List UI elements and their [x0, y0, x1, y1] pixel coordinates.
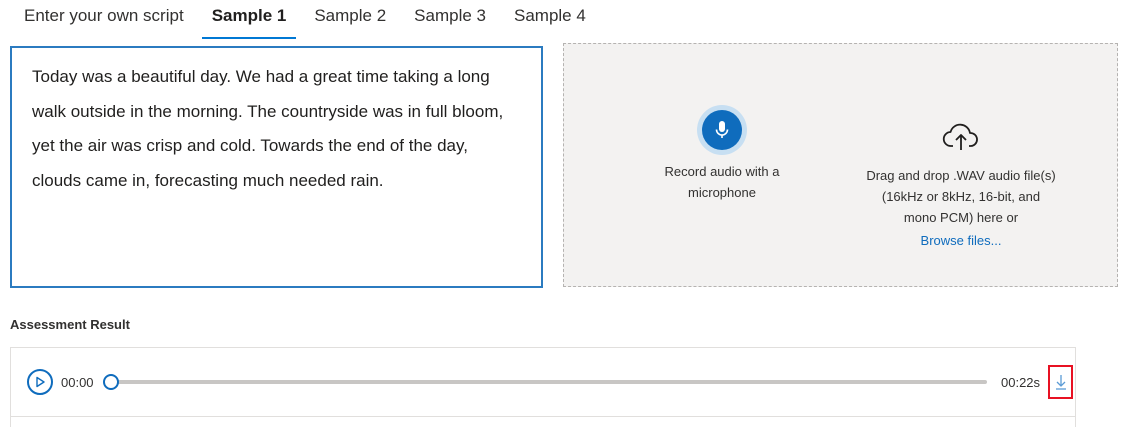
tab-sample-2[interactable]: Sample 2 — [300, 0, 400, 40]
drag-drop-label: Drag and drop .WAV audio file(s) (16kHz … — [866, 168, 1056, 225]
play-button[interactable] — [27, 369, 53, 395]
record-microphone-button[interactable] — [697, 105, 747, 155]
seek-track[interactable] — [111, 380, 987, 384]
tab-sample-4[interactable]: Sample 4 — [500, 0, 600, 40]
microphone-icon — [702, 110, 742, 150]
tab-sample-3[interactable]: Sample 3 — [400, 0, 500, 40]
script-textarea[interactable]: Today was a beautiful day. We had a grea… — [10, 46, 543, 288]
play-icon — [36, 376, 45, 388]
tab-sample-1[interactable]: Sample 1 — [198, 0, 301, 40]
player-divider — [11, 416, 1075, 417]
tab-enter-own-script[interactable]: Enter your own script — [10, 0, 198, 40]
audio-input-panel: Record audio with a microphone Drag and … — [563, 43, 1118, 287]
script-tabs: Enter your own script Sample 1 Sample 2 … — [10, 0, 600, 40]
audio-player: 00:00 00:22s — [10, 347, 1076, 427]
total-duration: 00:22s — [1001, 375, 1041, 390]
assessment-result-heading: Assessment Result — [10, 317, 130, 332]
seek-thumb[interactable] — [103, 374, 119, 390]
record-audio-label: Record audio with a microphone — [664, 164, 780, 200]
download-button[interactable] — [1048, 365, 1073, 399]
browse-files-link[interactable]: Browse files... — [866, 233, 1056, 248]
download-icon — [1055, 375, 1066, 390]
cloud-upload-icon — [942, 122, 980, 152]
current-time: 00:00 — [61, 375, 94, 390]
